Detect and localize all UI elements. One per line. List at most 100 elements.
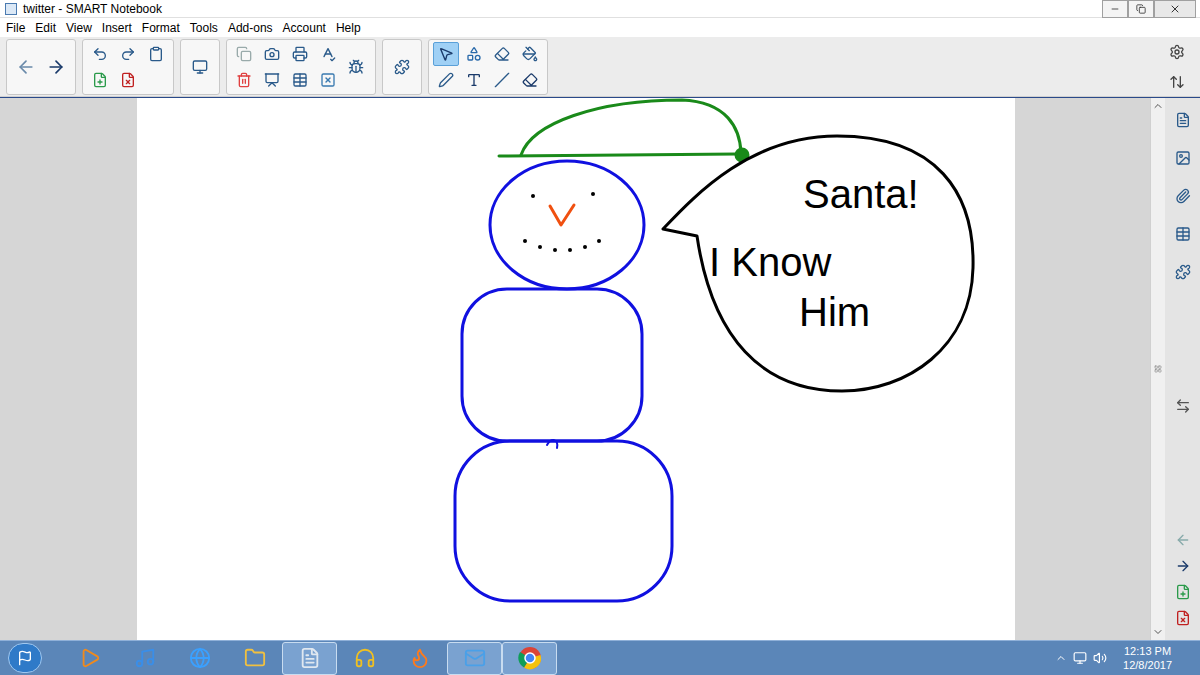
properties-icon[interactable]: [1170, 222, 1196, 246]
eraser-shape-tool-icon[interactable]: [489, 42, 515, 66]
menu-bar: File Edit View Insert Format Tools Add-ons Acco…: [0, 18, 1200, 37]
chrome-icon: [518, 646, 542, 670]
title-bar: twitter - SMART Notebook: [0, 0, 1200, 18]
nose-icon: [550, 205, 574, 225]
delete-icon[interactable]: [231, 68, 257, 92]
menu-item[interactable]: Tools: [190, 22, 218, 34]
taskbar-app[interactable]: [117, 642, 172, 675]
minimize-button[interactable]: [1102, 0, 1128, 18]
taskbar-app[interactable]: [447, 642, 502, 675]
addons-icon[interactable]: [1170, 260, 1196, 284]
pens-tool-icon[interactable]: [433, 68, 459, 92]
media-player-icon: [79, 647, 101, 669]
menu-item[interactable]: Format: [142, 22, 180, 34]
gallery-icon[interactable]: [1170, 146, 1196, 170]
close-button[interactable]: [1154, 0, 1196, 18]
select-tool-icon[interactable]: [433, 42, 459, 66]
explorer-icon: [244, 647, 266, 669]
snowman-base-icon: [455, 441, 672, 601]
screen-capture-icon[interactable]: [259, 42, 285, 66]
toolbar: [0, 37, 1200, 97]
text-tool-icon[interactable]: [461, 68, 487, 92]
menu-item[interactable]: Help: [336, 22, 361, 34]
audio-app-icon: [354, 647, 376, 669]
taskbar-app[interactable]: [502, 642, 557, 675]
attachments-icon[interactable]: [1170, 184, 1196, 208]
menu-item[interactable]: Edit: [35, 22, 56, 34]
sidebar-previous-icon[interactable]: [1170, 528, 1196, 552]
taskbar-app[interactable]: [172, 642, 227, 675]
navigation-group: [6, 39, 76, 95]
display-group: [180, 39, 220, 95]
screen-shade-icon[interactable]: [185, 42, 215, 92]
full-screen-icon[interactable]: [259, 68, 285, 92]
tools-group: [428, 39, 548, 95]
workspace: Santa! I Know Him: [0, 97, 1200, 640]
side-tabs: [1165, 98, 1200, 640]
scrollbar[interactable]: [1150, 98, 1165, 640]
response-group: [382, 39, 422, 95]
hat-icon: [499, 100, 748, 161]
undo-icon[interactable]: [87, 42, 113, 66]
line-tool-icon[interactable]: [489, 68, 515, 92]
start-button[interactable]: [8, 643, 42, 673]
paste-icon[interactable]: [143, 42, 169, 66]
smart-notebook-icon: [299, 647, 321, 669]
sidebar-delete-page-icon[interactable]: [1170, 606, 1196, 630]
handwriting-icon[interactable]: [315, 42, 341, 66]
screen: twitter - SMART Notebook File Edit View Inse…: [0, 0, 1200, 675]
clone-icon[interactable]: [231, 42, 257, 66]
edit-group: [82, 39, 174, 95]
taskbar-app[interactable]: [337, 642, 392, 675]
page-sorter-icon[interactable]: [1170, 108, 1196, 132]
restore-button[interactable]: [1128, 0, 1154, 18]
fill-tool-icon[interactable]: [517, 42, 543, 66]
menu-item[interactable]: View: [66, 22, 92, 34]
sidebar-next-icon[interactable]: [1170, 554, 1196, 578]
insert-group: [226, 39, 376, 95]
sidebar-add-page-icon[interactable]: [1170, 580, 1196, 604]
delete-page-icon[interactable]: [115, 68, 141, 92]
move-toolbar-icon[interactable]: [1164, 70, 1190, 94]
add-page-icon[interactable]: [87, 68, 113, 92]
snowman-head-icon: [490, 161, 644, 289]
menu-item[interactable]: Account: [283, 22, 326, 34]
next-page-icon[interactable]: [41, 42, 71, 92]
eraser-tool-icon[interactable]: [517, 68, 543, 92]
app-icon: [5, 3, 17, 15]
clear-icon[interactable]: [315, 68, 341, 92]
internet-explorer-icon: [189, 647, 211, 669]
clock[interactable]: 12:13 PM12/8/2017: [1123, 644, 1172, 672]
left-margin: [0, 98, 137, 640]
menu-item[interactable]: Insert: [102, 22, 132, 34]
speech-bubble-icon: [663, 136, 973, 391]
speech-text: Him: [799, 292, 870, 332]
window-controls: [1102, 0, 1196, 18]
firefox-icon: [409, 647, 431, 669]
outlook-icon: [464, 647, 486, 669]
taskbar-app[interactable]: [227, 642, 282, 675]
move-sidebar-icon[interactable]: [1170, 394, 1196, 418]
itunes-icon: [134, 647, 156, 669]
settings-icon[interactable]: [1164, 40, 1190, 64]
speech-text: Santa!: [803, 174, 919, 214]
table-icon[interactable]: [287, 68, 313, 92]
menu-item[interactable]: Add-ons: [228, 22, 273, 34]
redo-icon[interactable]: [115, 42, 141, 66]
taskbar: 12:13 PM12/8/2017: [0, 640, 1200, 675]
taskbar-app[interactable]: [392, 642, 447, 675]
window-title: twitter - SMART Notebook: [23, 3, 162, 15]
page-canvas[interactable]: Santa! I Know Him: [137, 98, 1015, 640]
previous-page-icon[interactable]: [11, 42, 41, 92]
right-margin: [1015, 98, 1150, 640]
speech-text: I Know: [709, 242, 831, 282]
menu-item[interactable]: File: [6, 22, 25, 34]
snowman-body-icon: [462, 289, 642, 441]
document-camera-icon[interactable]: [287, 42, 313, 66]
taskbar-app[interactable]: [62, 642, 117, 675]
addon-icon[interactable]: [341, 42, 371, 92]
taskbar-app[interactable]: [282, 642, 337, 675]
puzzle-icon[interactable]: [387, 42, 417, 92]
system-tray: 12:13 PM12/8/2017: [1055, 644, 1192, 672]
shapes-tool-icon[interactable]: [461, 42, 487, 66]
